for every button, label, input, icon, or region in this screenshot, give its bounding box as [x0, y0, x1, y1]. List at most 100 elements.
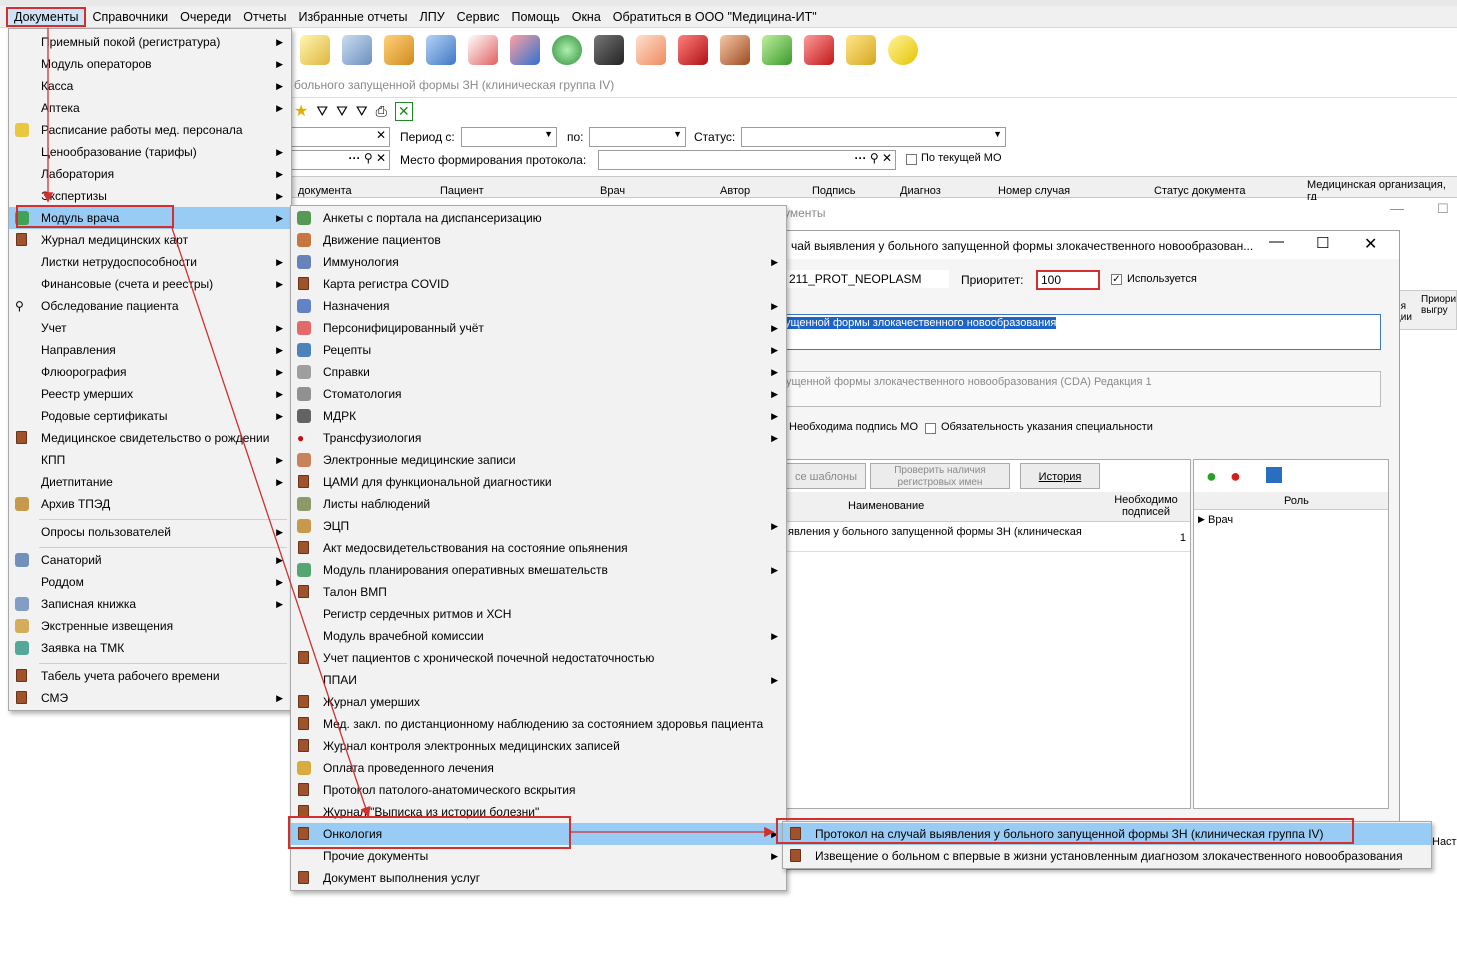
menu-lpu[interactable]: ЛПУ — [414, 7, 451, 27]
documents-menu-item-5[interactable]: Ценообразование (тарифы) ▶ — [9, 141, 291, 163]
all-templates-button[interactable]: се шаблоны — [786, 463, 866, 489]
used-checkbox[interactable]: ✓ — [1111, 274, 1122, 285]
code-field[interactable]: 211_PROT_NEOPLASM — [781, 270, 949, 288]
documents-menu-item-1[interactable]: Модуль операторов ▶ — [9, 53, 291, 75]
documents-menu-item-25[interactable]: Записная книжка ▶ — [9, 593, 291, 615]
documents-menu-item-27[interactable]: Заявка на ТМК — [9, 637, 291, 659]
doctor-menu-item-18[interactable]: Регистр сердечных ритмов и ХСН — [291, 603, 786, 625]
doctor-menu-item-3[interactable]: Карта регистра COVID — [291, 273, 786, 295]
name-field[interactable]: пущенной формы злокачественного новообра… — [776, 314, 1381, 350]
doctor-menu-item-19[interactable]: Модуль врачебной комиссии ▶ — [291, 625, 786, 647]
documents-menu-item-15[interactable]: Флюорография ▶ — [9, 361, 291, 383]
doctor-menu-item-26[interactable]: Протокол патолого-анатомического вскрыти… — [291, 779, 786, 801]
doctor-menu-item-2[interactable]: Иммунология ▶ — [291, 251, 786, 273]
menu-reports[interactable]: Отчеты — [237, 7, 292, 27]
check-registry-button[interactable]: Проверить наличия регистровых имен — [870, 463, 1010, 489]
doctor-menu-item-15[interactable]: Акт медосвидетельствования на состояние … — [291, 537, 786, 559]
doctor-menu-item-5[interactable]: Персонифицированный учёт ▶ — [291, 317, 786, 339]
documents-menu-item-22[interactable]: Опросы пользователей ▶ — [9, 521, 291, 543]
menu-queues[interactable]: Очереди — [174, 7, 237, 27]
col-sign[interactable]: Подпись — [812, 185, 856, 197]
padlock-icon[interactable] — [846, 35, 876, 65]
documents-menu-item-18[interactable]: Медицинское свидетельство о рождении — [9, 427, 291, 449]
documents-menu-item-9[interactable]: Журнал медицинских карт — [9, 229, 291, 251]
documents-menu-item-11[interactable]: Финансовые (счета и реестры) ▶ — [9, 273, 291, 295]
table-row[interactable]: явления у больного запущенной формы ЗН (… — [782, 522, 1190, 552]
dialog-minimize-icon[interactable]: — — [1269, 233, 1284, 250]
doctor-menu-item-23[interactable]: Мед. закл. по дистанционному наблюдению … — [291, 713, 786, 735]
doctor-menu-item-25[interactable]: Оплата проведенного лечения — [291, 757, 786, 779]
dialog-maximize-icon[interactable]: ☐ — [1316, 234, 1329, 252]
doctor-menu-item-7[interactable]: Справки ▶ — [291, 361, 786, 383]
documents-menu-item-23[interactable]: Санаторий ▶ — [9, 549, 291, 571]
documents-menu-item-16[interactable]: Реестр умерших ▶ — [9, 383, 291, 405]
doctor-menu-item-11[interactable]: Электронные медицинские записи — [291, 449, 786, 471]
print-icon[interactable]: ⎙ — [376, 103, 387, 120]
col-need[interactable]: Необходимо подписей — [1102, 494, 1190, 518]
books-icon[interactable] — [510, 35, 540, 65]
documents-menu-item-0[interactable]: Приемный покой (регистратура) ▶ — [9, 31, 291, 53]
place-field[interactable]: ··· ⚲ ✕ — [598, 150, 896, 170]
doctor-menu-item-20[interactable]: Учет пациентов с хронической почечной не… — [291, 647, 786, 669]
documents-menu-item-21[interactable]: Архив ТПЭД — [9, 493, 291, 515]
nurse-icon[interactable] — [636, 35, 666, 65]
remove-icon[interactable]: ● — [1230, 466, 1241, 487]
documents-menu-item-3[interactable]: Аптека ▶ — [9, 97, 291, 119]
documents-menu-item-19[interactable]: КПП ▶ — [9, 449, 291, 471]
pharmacy-icon[interactable] — [426, 35, 456, 65]
certificate-icon[interactable] — [384, 35, 414, 65]
star-icon[interactable]: ★ — [294, 101, 308, 121]
col-diagnosis[interactable]: Диагноз — [900, 185, 941, 197]
col-status[interactable]: Статус документа — [1154, 185, 1245, 197]
save-icon[interactable] — [1266, 467, 1282, 483]
menu-contact[interactable]: Обратиться в ООО "Медицина-ИТ" — [607, 7, 823, 27]
status-field[interactable]: ▼ — [741, 127, 1006, 147]
documents-menu-item-7[interactable]: Экспертизы ▶ — [9, 185, 291, 207]
doctor-menu-item-30[interactable]: Документ выполнения услуг — [291, 867, 786, 889]
documents-menu-item-12[interactable]: ⚲ Обследование пациента — [9, 295, 291, 317]
doctor-menu-item-12[interactable]: ЦАМИ для функциональной диагностики — [291, 471, 786, 493]
doctor-menu-item-8[interactable]: Стоматология ▶ — [291, 383, 786, 405]
minimize-icon[interactable]: — — [1390, 200, 1404, 216]
doctor-menu-item-9[interactable]: МДРК ▶ — [291, 405, 786, 427]
menu-references[interactable]: Справочники — [86, 7, 174, 27]
excel-icon[interactable]: ✕ — [394, 101, 413, 121]
documents-menu-item-13[interactable]: Учет ▶ — [9, 317, 291, 339]
documents-menu-item-2[interactable]: Касса ▶ — [9, 75, 291, 97]
pdf-icon[interactable] — [804, 35, 834, 65]
col-author[interactable]: Автор — [720, 185, 750, 197]
history-button[interactable]: История — [1020, 463, 1100, 489]
maximize-icon[interactable]: ☐ — [1437, 201, 1449, 217]
doctor-menu-item-22[interactable]: Журнал умерших — [291, 691, 786, 713]
doctor-menu-item-17[interactable]: Талон ВМП — [291, 581, 786, 603]
add-icon[interactable]: ● — [1206, 466, 1217, 487]
menu-service[interactable]: Сервис — [451, 7, 506, 27]
scanner-icon[interactable] — [594, 35, 624, 65]
red-book-icon[interactable] — [678, 35, 708, 65]
documents-menu-item-29[interactable]: СМЭ ▶ — [9, 687, 291, 709]
filter-icon[interactable]: ⛛ — [316, 103, 328, 120]
menu-favorite-reports[interactable]: Избранные отчеты — [292, 7, 413, 27]
documents-menu-item-14[interactable]: Направления ▶ — [9, 339, 291, 361]
documents-menu-item-6[interactable]: Лаборатория ▶ — [9, 163, 291, 185]
cda-field[interactable]: пущенной формы злокачественного новообра… — [776, 371, 1381, 407]
period-from-field[interactable]: ▼ — [461, 127, 557, 147]
lock-badge-icon[interactable] — [762, 35, 792, 65]
doctor-menu-item-0[interactable]: Анкеты с портала на диспансеризацию — [291, 207, 786, 229]
documents-menu-item-20[interactable]: Диетпитание ▶ — [9, 471, 291, 493]
current-mo-checkbox[interactable] — [906, 154, 917, 165]
col-case[interactable]: Номер случая — [998, 185, 1070, 197]
doctor-menu-item-13[interactable]: Листы наблюдений — [291, 493, 786, 515]
doctor-menu-item-14[interactable]: ЭЦП ▶ — [291, 515, 786, 537]
col-doc[interactable]: документа — [298, 185, 352, 197]
settings-button[interactable]: Наст — [1432, 836, 1457, 848]
doctor-menu-item-4[interactable]: Назначения ▶ — [291, 295, 786, 317]
documents-menu-item-26[interactable]: Экстренные извещения — [9, 615, 291, 637]
spec-required-checkbox[interactable] — [925, 423, 936, 434]
col-name[interactable]: Наименование — [848, 500, 924, 512]
medical-card-icon[interactable] — [468, 35, 498, 65]
documents-menu-item-17[interactable]: Родовые сертификаты ▶ — [9, 405, 291, 427]
menu-help[interactable]: Помощь — [505, 7, 565, 27]
col-doctor[interactable]: Врач — [600, 185, 625, 197]
calendar-icon[interactable] — [720, 35, 750, 65]
